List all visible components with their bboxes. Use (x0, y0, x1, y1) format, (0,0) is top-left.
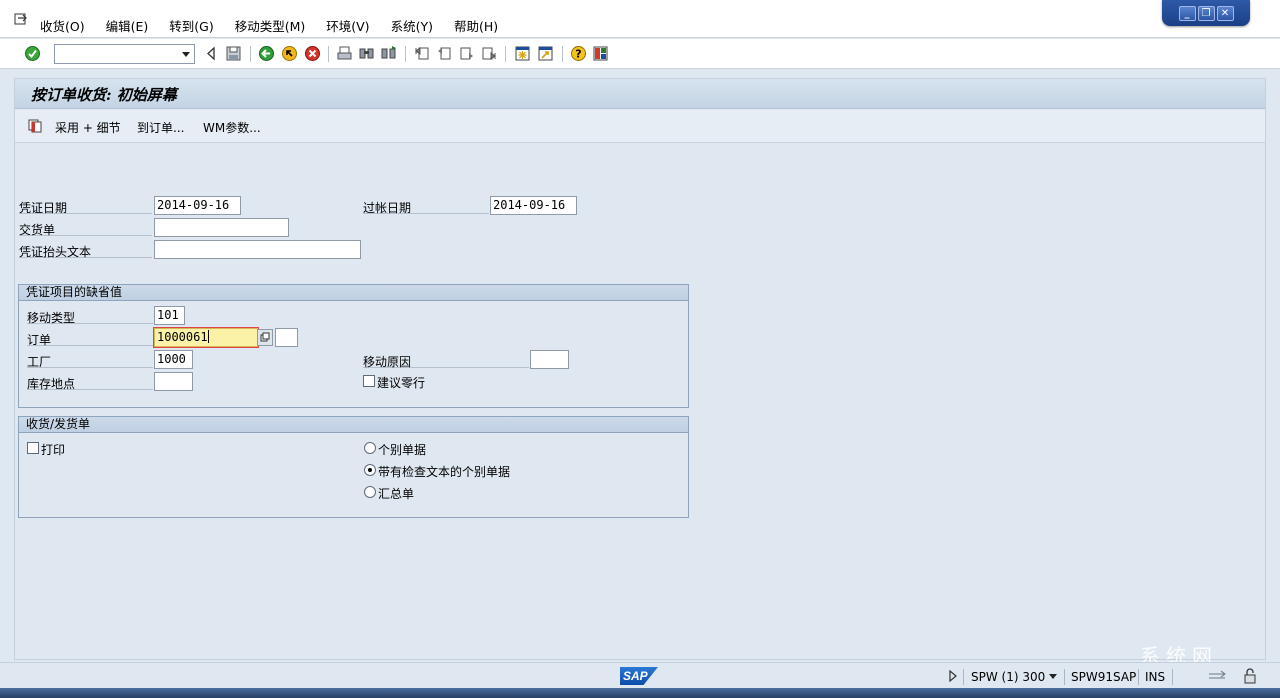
work-area: 按订单收货: 初始屏幕 采用 + 细节 到订单... WM参数... 凭证日期 … (14, 78, 1266, 660)
server-name: SPW91SAP (1071, 670, 1137, 684)
shortcut-icon[interactable] (537, 45, 554, 62)
restore-button[interactable]: ❐ (1197, 5, 1215, 21)
svg-text:?: ? (575, 48, 581, 61)
find-next-icon[interactable] (380, 45, 397, 62)
storage-location-label: 库存地点 (27, 375, 153, 391)
document-date-field[interactable]: 2014-09-16 (154, 196, 241, 215)
posting-date-label: 过帐日期 (363, 199, 489, 215)
input-mode[interactable]: INS (1145, 670, 1165, 684)
menu-item[interactable]: 收货(O) (40, 16, 85, 35)
delivery-note-label: 交货单 (19, 221, 152, 237)
screen-title: 按订单收货: 初始屏幕 (31, 86, 177, 104)
document-date-label: 凭证日期 (19, 199, 152, 215)
menu-item[interactable]: 转到(G) (169, 16, 213, 35)
minimize-button[interactable]: _ (1178, 5, 1196, 21)
status-separator (1172, 669, 1173, 685)
toolbar-separator (562, 46, 563, 62)
help-icon[interactable]: ? (570, 45, 587, 62)
individual-slip-inspection-label: 带有检查文本的个别单据 (378, 465, 511, 479)
toolbar-separator (405, 46, 406, 62)
item-defaults-group-title: 凭证项目的缺省值 (19, 285, 688, 301)
to-order-button[interactable]: 到订单... (137, 119, 184, 136)
os-taskbar (0, 688, 1280, 698)
find-icon[interactable] (358, 45, 375, 62)
toolbar-separator (505, 46, 506, 62)
goods-slip-group-title: 收货/发货单 (19, 417, 688, 433)
storage-location-field[interactable] (154, 372, 193, 391)
enter-icon[interactable] (24, 45, 41, 62)
header-text-label: 凭证抬头文本 (19, 243, 152, 259)
adopt-detail-button[interactable]: 采用 + 细节 (55, 119, 121, 136)
print-icon[interactable] (336, 45, 353, 62)
status-separator (1064, 669, 1065, 685)
suggest-zero-lines-checkbox[interactable] (363, 375, 375, 387)
order-label: 订单 (27, 331, 153, 347)
menu-item[interactable]: 移动类型(M) (235, 16, 306, 35)
layout-icon[interactable] (592, 45, 609, 62)
individual-slip-inspection-radio[interactable] (364, 464, 376, 476)
value-help-button[interactable] (257, 329, 273, 346)
plant-field[interactable]: 1000 (154, 350, 193, 369)
movement-type-label: 移动类型 (27, 309, 153, 325)
cancel-icon[interactable] (304, 45, 321, 62)
lock-icon[interactable] (1242, 668, 1258, 684)
back-icon[interactable] (258, 45, 275, 62)
last-page-icon[interactable] (480, 45, 497, 62)
adopt-detail-icon[interactable] (27, 118, 43, 134)
command-field[interactable] (54, 44, 195, 64)
menu-item[interactable]: 系统(Y) (391, 16, 433, 35)
posting-date-field[interactable]: 2014-09-16 (490, 196, 577, 215)
toolbar-separator (250, 46, 251, 62)
suggest-zero-lines-label: 建议零行 (377, 376, 426, 390)
plant-label: 工厂 (27, 353, 153, 369)
movement-type-field[interactable]: 101 (154, 306, 185, 325)
individual-slip-label: 个别单据 (378, 443, 427, 457)
system-info-dropdown-icon[interactable] (1049, 674, 1057, 679)
status-separator (1138, 669, 1139, 685)
status-separator (963, 669, 964, 685)
header-text-field[interactable] (154, 240, 361, 259)
menu-bar: 收货(O) 编辑(E) 转到(G) 移动类型(M) 环境(V) 系统(Y) 帮助(H) _ … (0, 0, 1280, 38)
exit-icon[interactable] (281, 45, 298, 62)
individual-slip-radio[interactable] (364, 442, 376, 454)
connection-icon (1209, 670, 1226, 679)
next-page-icon[interactable] (458, 45, 475, 62)
delivery-note-field[interactable] (154, 218, 289, 237)
back-triangle-icon[interactable] (203, 45, 220, 62)
system-menu-icon[interactable] (14, 12, 28, 26)
movement-reason-field[interactable] (530, 350, 569, 369)
system-info: SPW (1) 300 (971, 670, 1046, 684)
close-button[interactable]: ✕ (1216, 5, 1234, 21)
collective-slip-radio[interactable] (364, 486, 376, 498)
application-toolbar: 采用 + 细节 到订单... WM参数... (15, 110, 1265, 143)
menu-item[interactable]: 帮助(H) (454, 16, 498, 35)
expand-status-icon[interactable] (948, 670, 958, 682)
item-defaults-group: 凭证项目的缺省值 移动类型 101 订单 1000061 工厂 1000 移动原… (18, 284, 689, 408)
screen-title-bar: 按订单收货: 初始屏幕 (15, 79, 1265, 109)
order-field[interactable]: 1000061 (153, 327, 259, 348)
status-bar: SAP SPW (1) 300 SPW91SAP INS (0, 662, 1280, 688)
first-page-icon[interactable] (414, 45, 431, 62)
value-help-icon (260, 332, 270, 342)
print-checkbox[interactable] (27, 442, 39, 454)
menu-item[interactable]: 环境(V) (326, 16, 369, 35)
chevron-down-icon[interactable] (182, 52, 190, 57)
standard-toolbar: ? (0, 39, 1280, 69)
previous-page-icon[interactable] (436, 45, 453, 62)
menu-item[interactable]: 编辑(E) (106, 16, 149, 35)
goods-slip-group: 收货/发货单 打印 个别单据 带有检查文本的个别单据 汇总单 (18, 416, 689, 518)
collective-slip-label: 汇总单 (378, 487, 415, 501)
text-cursor (207, 330, 209, 343)
print-label: 打印 (41, 443, 66, 457)
toolbar-separator (328, 46, 329, 62)
save-icon[interactable] (225, 45, 242, 62)
order-item-field[interactable] (275, 328, 298, 347)
order-field-value: 1000061 (157, 330, 208, 344)
wm-parameters-button[interactable]: WM参数... (203, 119, 261, 136)
movement-reason-label: 移动原因 (363, 353, 529, 369)
new-session-icon[interactable] (514, 45, 531, 62)
sap-logo: SAP (620, 667, 658, 685)
window-controls: _ ❐ ✕ (1162, 0, 1250, 26)
